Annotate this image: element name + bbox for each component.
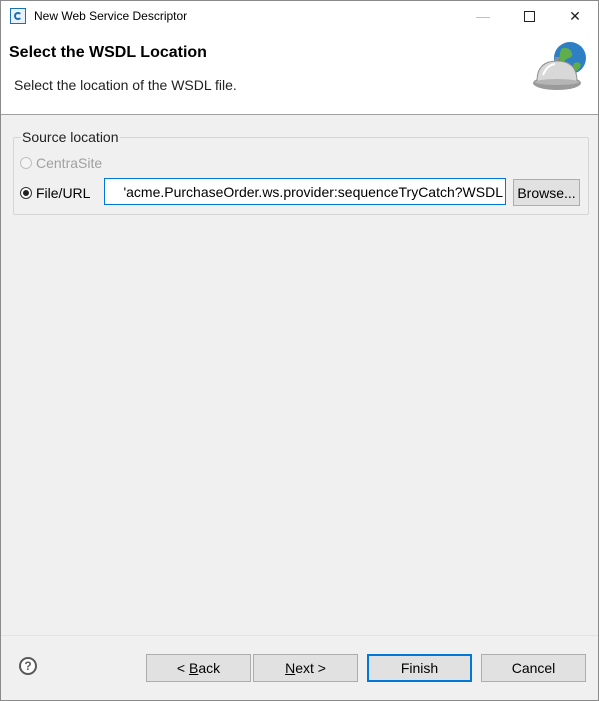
globe-service-bell-icon (533, 42, 586, 90)
finish-button[interactable]: Finish (367, 654, 472, 682)
back-button-rest: ack (198, 660, 221, 676)
maximize-button[interactable] (506, 1, 552, 31)
wsdl-url-input[interactable]: 'acme.PurchaseOrder.ws.provider:sequence… (104, 178, 506, 205)
footer-divider (1, 635, 598, 636)
wizard-header: Select the WSDL Location Select the loca… (1, 31, 598, 115)
maximize-icon (523, 10, 535, 22)
back-button-mnemonic: B (188, 660, 199, 676)
close-button[interactable]: ✕ (552, 1, 598, 31)
cancel-button[interactable]: Cancel (481, 654, 586, 682)
file-url-radio[interactable] (20, 187, 32, 199)
window-title: New Web Service Descriptor (34, 9, 188, 23)
help-icon[interactable]: ? (19, 657, 37, 675)
title-bar[interactable]: New Web Service Descriptor — ✕ (1, 1, 598, 31)
next-button-mnemonic: N (285, 660, 296, 676)
next-button-rest: ext > (295, 660, 326, 676)
file-url-option[interactable]: File/URL (20, 185, 90, 201)
next-button[interactable]: Next > (253, 654, 358, 682)
wsdl-url-value: 'acme.PurchaseOrder.ws.provider:sequence… (123, 183, 503, 200)
back-button[interactable]: < Back (146, 654, 251, 682)
back-button-prefix: < (176, 660, 189, 676)
file-url-label: File/URL (36, 185, 91, 201)
centrasite-radio[interactable] (20, 157, 32, 169)
centrasite-option[interactable]: CentraSite (20, 155, 102, 171)
centrasite-label: CentraSite (36, 155, 103, 171)
dialog-window: New Web Service Descriptor — ✕ Select th… (0, 0, 599, 701)
minimize-button[interactable]: — (460, 1, 506, 31)
page-description: Select the location of the WSDL file. (14, 77, 237, 93)
browse-button[interactable]: Browse... (513, 179, 580, 206)
source-location-label: Source location (21, 129, 120, 145)
page-title: Select the WSDL Location (9, 44, 207, 61)
app-icon (10, 8, 26, 24)
